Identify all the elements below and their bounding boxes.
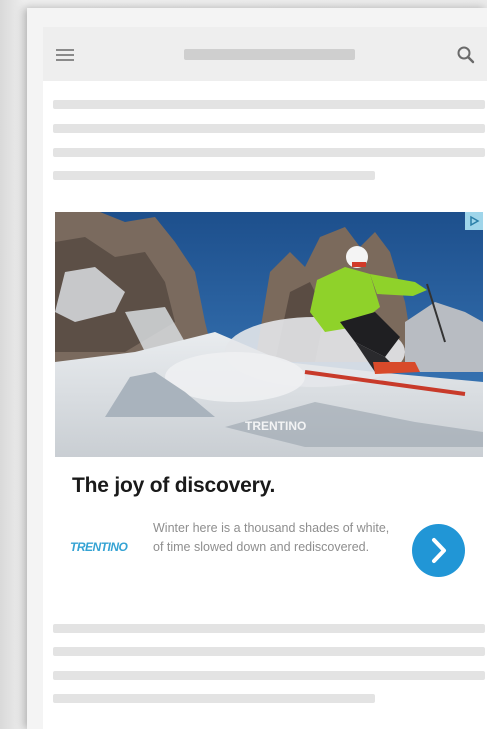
ad-headline[interactable]: The joy of discovery. <box>72 474 275 498</box>
app-bar <box>43 27 487 81</box>
content-placeholder-line <box>53 671 485 680</box>
ad-choices-icon[interactable] <box>465 212 483 230</box>
advertiser-logo: TRENTINO <box>70 540 128 554</box>
ad-image-watermark: TRENTINO <box>245 419 306 433</box>
title-placeholder <box>184 49 355 60</box>
ad-description: Winter here is a thousand shades of whit… <box>153 521 390 554</box>
ad-image[interactable]: TRENTINO <box>55 212 483 457</box>
content-placeholder-line <box>53 100 485 109</box>
content-placeholder-line <box>53 124 485 133</box>
search-icon[interactable] <box>455 44 477 66</box>
ad-card[interactable]: TRENTINO The joy of discovery. TRENTINO … <box>55 212 483 607</box>
phone-screen: TRENTINO The joy of discovery. TRENTINO … <box>43 27 487 729</box>
hamburger-menu-icon[interactable] <box>56 49 74 62</box>
content-placeholder-line <box>53 171 375 180</box>
content-placeholder-line <box>53 694 375 703</box>
chevron-right-icon[interactable] <box>412 524 465 577</box>
content-placeholder-line <box>53 647 485 656</box>
content-placeholder-line <box>53 624 485 633</box>
content-placeholder-line <box>53 148 485 157</box>
